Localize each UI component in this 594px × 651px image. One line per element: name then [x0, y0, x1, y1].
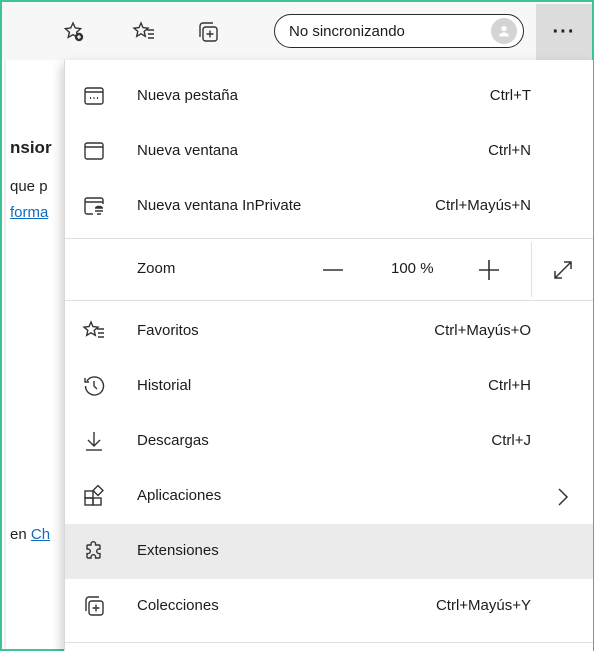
menu-item-collections[interactable]: Colecciones Ctrl+Mayús+Y [65, 579, 593, 634]
avatar [491, 18, 517, 44]
settings-more-button[interactable]: ··· [536, 4, 592, 60]
profile-sync-button[interactable]: No sincronizando [274, 14, 524, 48]
menu-item-shortcut: Ctrl+Mayús+Y [435, 597, 531, 614]
menu-item-label: Nueva ventana InPrivate [137, 197, 302, 214]
favorites-icon [81, 318, 107, 344]
sync-status-label: No sincronizando [289, 22, 405, 40]
menu-item-label: Colecciones [137, 597, 219, 614]
extensions-icon [81, 538, 107, 564]
menu-separator [65, 642, 593, 643]
menu-item-label: Nueva pestaña [137, 87, 238, 104]
menu-item-shortcut: Ctrl+T [489, 87, 531, 104]
new-tab-icon [81, 83, 107, 109]
inprivate-icon [81, 193, 107, 219]
add-favorite-icon[interactable] [60, 18, 88, 46]
background-page: nsior que p forma en Ch [2, 60, 64, 649]
menu-item-label: Favoritos [137, 322, 199, 339]
menu-item-shortcut: Ctrl+J [491, 432, 531, 449]
page-link-fragment-2[interactable]: Ch [31, 526, 50, 543]
zoom-in-button[interactable] [469, 252, 509, 288]
menu-item-label: Extensiones [137, 542, 219, 559]
menu-separator [65, 300, 593, 301]
menu-zoom-row: Zoom 100 % [65, 242, 593, 297]
page-text-fragment: que p [10, 178, 48, 195]
menu-separator [65, 238, 593, 239]
apps-icon [81, 483, 107, 509]
fullscreen-icon[interactable] [545, 254, 581, 286]
menu-item-inprivate-window[interactable]: Nueva ventana InPrivate Ctrl+Mayús+N [65, 179, 593, 234]
menu-item-apps[interactable]: Aplicaciones [65, 469, 593, 524]
page-edge [4, 60, 6, 649]
menu-item-new-window[interactable]: Nueva ventana Ctrl+N [65, 124, 593, 179]
menu-item-label: Descargas [137, 432, 209, 449]
collections-icon[interactable] [194, 18, 222, 46]
zoom-divider [531, 242, 532, 297]
menu-item-history[interactable]: Historial Ctrl+H [65, 359, 593, 414]
new-window-icon [81, 138, 107, 164]
menu-item-extensions[interactable]: Extensiones [65, 524, 593, 579]
menu-item-label: Aplicaciones [137, 487, 222, 504]
menu-item-favorites[interactable]: Favoritos Ctrl+Mayús+O [65, 304, 593, 359]
menu-item-shortcut: Ctrl+Mayús+O [434, 322, 531, 339]
menu-item-label: Historial [137, 377, 192, 394]
menu-item-label: Nueva ventana [137, 142, 238, 159]
page-text-fragment-2: en Ch [10, 526, 50, 543]
page-link-fragment[interactable]: forma [10, 204, 48, 221]
menu-item-new-tab[interactable]: Nueva pestaña Ctrl+T [65, 69, 593, 124]
settings-menu: Nueva pestaña Ctrl+T Nueva ventana Ctrl+… [64, 60, 593, 651]
download-icon [81, 428, 107, 454]
zoom-out-button[interactable] [313, 252, 353, 288]
menu-item-shortcut: Ctrl+N [488, 142, 531, 159]
favorites-icon[interactable] [130, 18, 158, 46]
page-heading-fragment: nsior [10, 138, 52, 157]
menu-item-shortcut: Ctrl+Mayús+N [435, 197, 531, 214]
browser-toolbar: No sincronizando ··· [2, 2, 592, 61]
history-icon [81, 373, 107, 399]
zoom-level: 100 % [391, 260, 434, 277]
zoom-label: Zoom [137, 260, 176, 277]
chevron-right-icon [553, 485, 573, 509]
collections-icon [81, 593, 107, 619]
page-text-prefix: en [10, 526, 31, 543]
menu-item-shortcut: Ctrl+H [488, 377, 531, 394]
menu-item-downloads[interactable]: Descargas Ctrl+J [65, 414, 593, 469]
